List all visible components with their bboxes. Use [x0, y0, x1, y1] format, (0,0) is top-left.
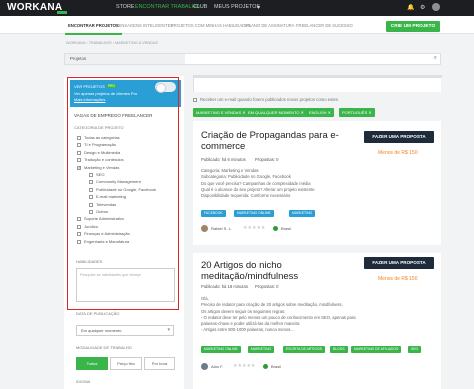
client-avatar: [201, 225, 208, 232]
email-alert-text: Receber um e-mail quando forem publicado…: [200, 97, 339, 102]
breadcrumb: WORKANA › TRABALHOS › MARKETING & VENDAS: [66, 41, 158, 45]
client-country: Brasil: [271, 364, 282, 369]
proposal-count: Propostas: 0: [255, 284, 279, 289]
project-description: Olá, Preciso de redator para criação de …: [201, 296, 431, 334]
project-budget: Menos de R$ 150: [378, 276, 418, 282]
filter-chip[interactable]: MARKETING E VENDAS ✕: [193, 108, 249, 117]
make-proposal-button[interactable]: FAZER UMA PROPOSTA: [364, 257, 434, 269]
detail-line: - Artigos entre 800-1000 palavras, nunca…: [201, 327, 294, 333]
mode-all-button[interactable]: Todos: [76, 357, 108, 370]
skill-tag[interactable]: FACEBOOK: [201, 210, 226, 217]
search-type-select[interactable]: Projetos: [65, 54, 185, 64]
client-name[interactable]: Alan F.: [211, 364, 223, 369]
client-avatar: [201, 363, 208, 370]
project-details: Categoria: Marketing e Vendas Subcategor…: [201, 168, 431, 199]
make-proposal-button[interactable]: FAZER UMA PROPOSTA: [364, 131, 434, 143]
filter-chip[interactable]: ENGLISH ✕: [306, 108, 335, 117]
search-bar[interactable]: Projetos ⌕: [64, 53, 441, 65]
skill-tag[interactable]: MARKETING: [289, 210, 316, 217]
proposal-count: Propostas: 0: [255, 157, 279, 162]
email-alert-checkbox[interactable]: [193, 97, 197, 102]
brazil-flag-icon: [263, 364, 268, 369]
tab-find-projects[interactable]: ENCONTRAR PROJETOS: [65, 23, 122, 35]
skill-tag[interactable]: BLOGS: [330, 346, 348, 353]
tab-subscription-plan[interactable]: PLANO DE ASSINATURA: [246, 23, 295, 28]
project-card: 20 Artigos do nicho meditação/mindfulnes…: [193, 253, 441, 389]
project-budget: Menos de R$ 150: [378, 150, 418, 156]
nav-store[interactable]: STORE: [116, 4, 134, 10]
email-alert-option[interactable]: Receber um e-mail quando forem publicado…: [193, 95, 441, 105]
date-select[interactable]: Em qualquer momento: [76, 325, 174, 336]
create-project-button[interactable]: CRIE UM PROJETO: [386, 21, 440, 32]
skill-tag[interactable]: MARKETING DE AFILIADOS: [351, 346, 402, 353]
date-label: DATA DE PUBLICAÇÃO: [76, 311, 120, 316]
detail-line: Disponibilidade requerida: Conforme nece…: [201, 193, 291, 199]
logo-underline: [57, 11, 67, 14]
mode-label: MODALIDADE DE TRABALHO: [76, 345, 132, 350]
search-icon[interactable]: ⌕: [434, 55, 437, 62]
skill-tag[interactable]: MARKETING ONLINE: [201, 346, 241, 353]
client-rating: ★★★★★: [233, 363, 256, 369]
mode-fixed-button[interactable]: Preço fixo: [110, 357, 142, 370]
filter-chip[interactable]: PORTUGUÊS ✕: [339, 108, 375, 117]
gear-icon[interactable]: ⚙: [420, 4, 425, 11]
nav-find-work[interactable]: ENCONTRAR TRABALHO: [135, 4, 200, 10]
bell-icon[interactable]: 🔔: [407, 4, 414, 11]
chevron-down-icon[interactable]: ▾: [257, 4, 260, 11]
published-time: Publicado: há 6 minutos: [201, 157, 246, 162]
brazil-flag-icon: [273, 226, 278, 231]
language-label: IDIOMA: [76, 379, 91, 384]
filter-chip[interactable]: EM QUALQUER MOMENTO ✕: [245, 108, 307, 117]
skill-tag[interactable]: ESCRITA DE ARTIGOS: [283, 346, 325, 353]
top-banner: [193, 75, 442, 92]
client-name[interactable]: Rafael S. L.: [211, 226, 232, 231]
nav-my-projects[interactable]: MEUS PROJETOS: [214, 4, 260, 10]
mode-hourly-button[interactable]: Por hora: [144, 357, 175, 370]
nav-club[interactable]: CLUB: [193, 4, 207, 10]
project-title[interactable]: 20 Artigos do nicho meditação/mindfulnes…: [201, 260, 351, 282]
published-time: Publicado: há 18 minutos: [201, 284, 249, 289]
tab-successful-freelancer[interactable]: FREELANCER DE SUCESSO: [296, 23, 353, 28]
project-title[interactable]: Criação de Propagandas para e-commerce: [201, 130, 351, 152]
skill-tag[interactable]: SEO: [408, 346, 422, 353]
project-card: Criação de Propagandas para e-commerce F…: [193, 121, 441, 245]
client-rating: ★★★★★: [243, 225, 266, 231]
skill-tag[interactable]: MARKETING ONLINE: [234, 210, 274, 217]
avatar[interactable]: [432, 3, 440, 11]
highlight-box: [67, 77, 179, 310]
skill-tag[interactable]: MARKETING: [248, 346, 275, 353]
tab-projects-my-skills[interactable]: PROJETOS COM MINHAS HABILIDADES: [171, 23, 251, 28]
tab-smart-messages[interactable]: MENSAGENS INTELIGENTES: [115, 23, 173, 28]
client-country: Brasil: [281, 226, 292, 231]
workana-logo[interactable]: WORKANA: [7, 2, 62, 13]
